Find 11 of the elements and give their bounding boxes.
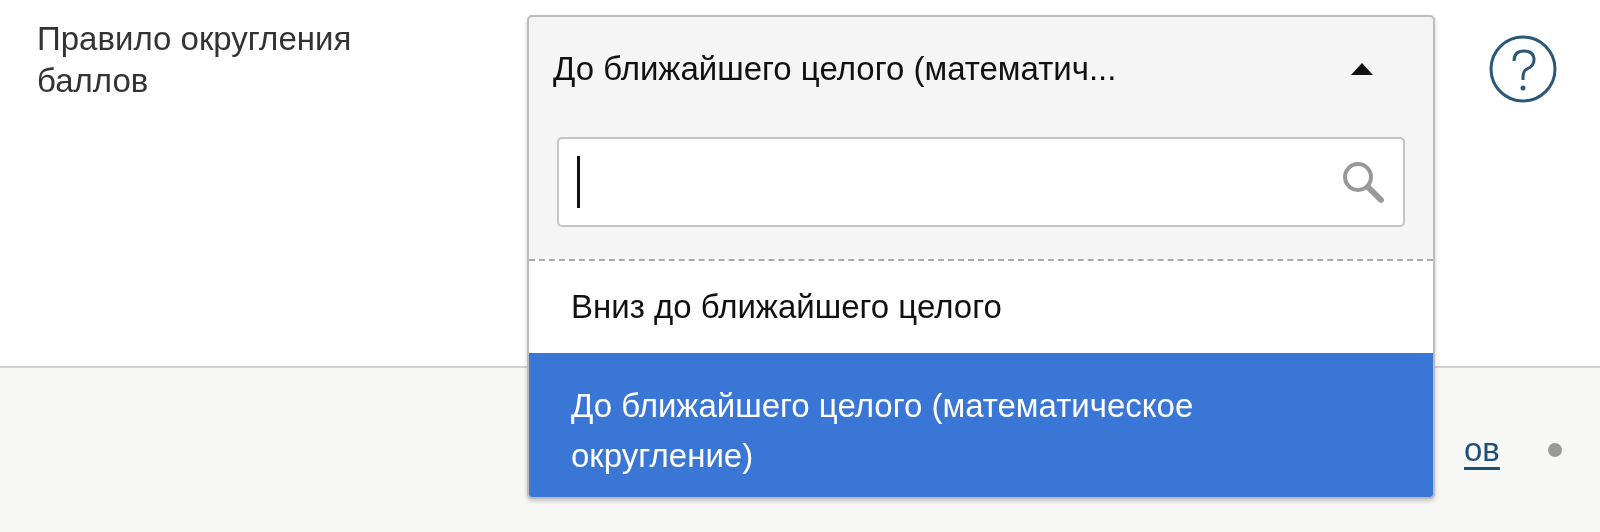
field-label: Правило округления баллов xyxy=(36,19,353,101)
separator-dot xyxy=(1547,443,1562,457)
selected-value: До ближайшего целого (математич... xyxy=(553,50,1117,88)
caret-up-icon[interactable] xyxy=(1351,63,1373,75)
dropdown[interactable]: До ближайшего целого (математич... Вниз до ближайшего целого До ближайшего целого (математическое округление) xyxy=(527,15,1435,499)
help-icon[interactable] xyxy=(1488,34,1558,104)
dropdown-option[interactable]: До ближайшего целого (математическое округление) xyxy=(529,353,1433,497)
dropdown-option[interactable]: Вниз до ближайшего целого xyxy=(529,261,1433,353)
search-field[interactable] xyxy=(557,137,1405,227)
text-cursor xyxy=(577,156,580,208)
footer-link[interactable]: ов xyxy=(1464,431,1500,469)
